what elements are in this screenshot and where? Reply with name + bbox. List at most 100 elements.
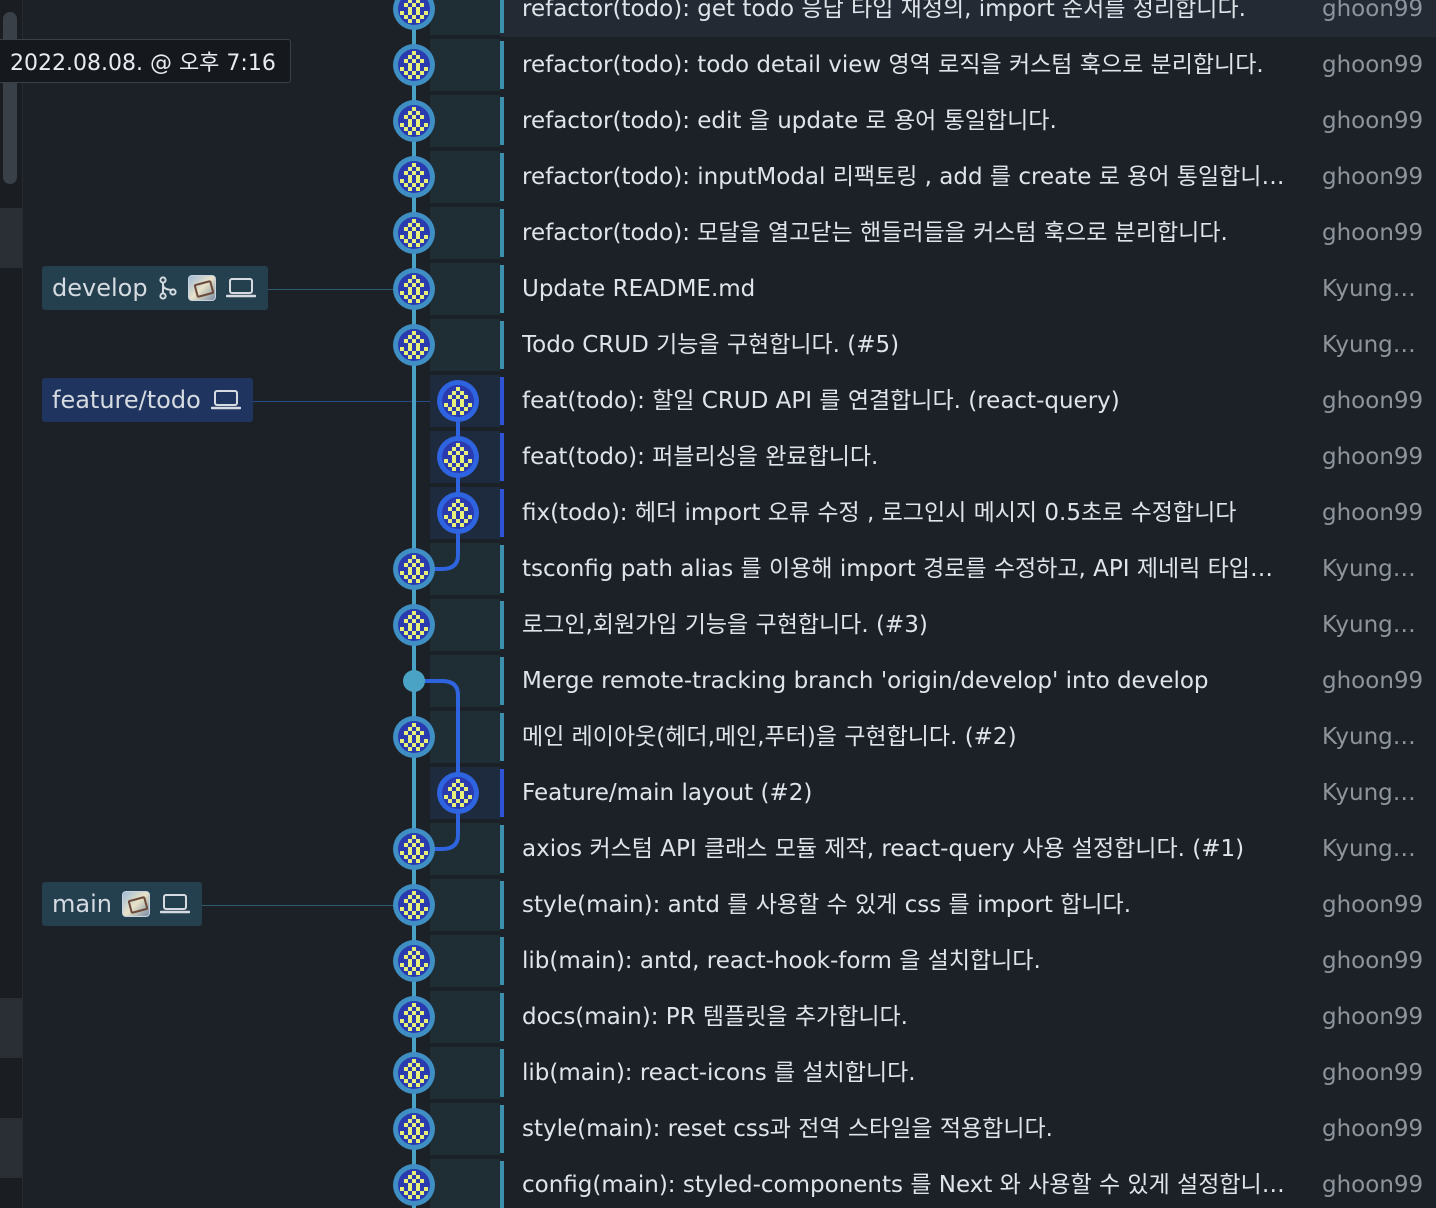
- commit-author: ghoon99: [1322, 1060, 1424, 1086]
- avatar-pixel: [452, 515, 456, 519]
- avatar-pixel: [404, 967, 408, 971]
- avatar-pixel: [412, 183, 416, 187]
- avatar-pixel: [456, 463, 460, 467]
- commit-row[interactable]: config(main): styled-components 를 Next 와…: [500, 1157, 1436, 1208]
- avatar-pixel: [464, 507, 468, 511]
- commit-author: ghoon99: [1322, 0, 1424, 22]
- commit-row[interactable]: 로그인,회원가입 기능을 구현합니다. (#3) KyungH...: [500, 597, 1436, 653]
- avatar-pixel: [456, 443, 460, 447]
- avatar-pixel: [408, 167, 412, 171]
- avatar-pixel: [416, 11, 420, 15]
- avatar-pixel: [412, 555, 416, 559]
- avatar-pixel: [420, 3, 424, 7]
- avatar-pixel: [408, 235, 412, 239]
- avatar-pixel: [408, 1007, 412, 1011]
- avatar-pixel: [464, 787, 468, 791]
- commit-row[interactable]: lib(main): react-icons 를 설치합니다. ghoon99: [500, 1045, 1436, 1101]
- avatar-pixel: [468, 795, 472, 799]
- commit-graph: [393, 0, 500, 1208]
- avatar-pixel: [416, 963, 420, 967]
- commit-author: ghoon99: [1322, 948, 1424, 974]
- commit-row[interactable]: refactor(todo): todo detail view 영역 로직을 …: [500, 37, 1436, 93]
- avatar-pixel: [412, 127, 416, 131]
- avatar-pixel: [420, 843, 424, 847]
- avatar-pixel: [404, 127, 408, 131]
- avatar-pixel: [416, 123, 420, 127]
- commit-row[interactable]: refactor(todo): get todo 응답 타입 재정의, impo…: [500, 0, 1436, 37]
- avatar-pixel: [420, 339, 424, 343]
- avatar-pixel: [416, 187, 420, 191]
- lane-tint: [430, 39, 500, 91]
- avatar-pixel: [400, 67, 404, 71]
- commit-message: Update README.md: [522, 276, 756, 302]
- avatar-pixel: [416, 55, 420, 59]
- avatar-pixel: [404, 843, 408, 847]
- commit-message: feat(todo): 할일 CRUD API 를 연결합니다. (react-…: [522, 388, 1120, 414]
- commit-row[interactable]: style(main): antd 를 사용할 수 있게 css 를 impor…: [500, 877, 1436, 933]
- avatar-pixel: [408, 907, 412, 911]
- avatar-pixel: [452, 391, 456, 395]
- avatar-pixel: [412, 731, 416, 735]
- avatar-pixel: [412, 107, 416, 111]
- avatar-pixel: [456, 499, 460, 503]
- avatar-pixel: [460, 503, 464, 507]
- avatar-pixel: [412, 283, 416, 287]
- avatar-pixel: [412, 955, 416, 959]
- commit-row[interactable]: Feature/main layout (#2) KyungH...: [500, 765, 1436, 821]
- commit-message: Todo CRUD 기능을 구현합니다. (#5): [522, 332, 900, 358]
- avatar-pixel: [408, 1015, 412, 1019]
- commit-row[interactable]: docs(main): PR 템플릿을 추가합니다. ghoon99: [500, 989, 1436, 1045]
- avatar-pixel: [420, 239, 424, 243]
- commit-row[interactable]: tsconfig path alias 를 이용해 import 경로를 수정하…: [500, 541, 1436, 597]
- avatar-pixel: [424, 347, 428, 351]
- commit-row[interactable]: 메인 레이아웃(헤더,메인,푸터)을 구현합니다. (#2) KyungH...: [500, 709, 1436, 765]
- avatar-pixel: [416, 1175, 420, 1179]
- avatar-pixel: [400, 1187, 404, 1191]
- avatar-pixel: [404, 15, 408, 19]
- commit-row[interactable]: refactor(todo): inputModal 리팩토링 , add 를 …: [500, 149, 1436, 205]
- commit-message: refactor(todo): edit 을 update 로 용어 통일합니다…: [522, 108, 1057, 134]
- avatar-pixel: [452, 459, 456, 463]
- avatar-pixel: [408, 335, 412, 339]
- avatar-pixel: [416, 559, 420, 563]
- avatar-pixel: [412, 947, 416, 951]
- avatar-pixel: [408, 839, 412, 843]
- avatar-pixel: [408, 119, 412, 123]
- commit-row[interactable]: refactor(todo): edit 을 update 로 용어 통일합니다…: [500, 93, 1436, 149]
- commit-row[interactable]: Merge remote-tracking branch 'origin/dev…: [500, 653, 1436, 709]
- avatar-pixel: [408, 131, 412, 135]
- avatar-pixel: [424, 963, 428, 967]
- commit-row[interactable]: axios 커스텀 API 클래스 모듈 제작, react-query 사용 …: [500, 821, 1436, 877]
- avatar-pixel: [404, 899, 408, 903]
- commit-row[interactable]: refactor(todo): 모달을 열고닫는 핸들러들을 커스텀 훅으로 분…: [500, 205, 1436, 261]
- avatar-pixel: [420, 115, 424, 119]
- commit-message: fix(todo): 헤더 import 오류 수정 , 로그인시 메시지 0.…: [522, 500, 1237, 526]
- avatar-pixel: [416, 739, 420, 743]
- avatar-pixel: [424, 1131, 428, 1135]
- avatar-pixel: [416, 0, 420, 3]
- avatar-pixel: [448, 507, 452, 511]
- commit-row[interactable]: feat(todo): 할일 CRUD API 를 연결합니다. (react-…: [500, 373, 1436, 429]
- commit-author: ghoon99: [1322, 444, 1424, 470]
- commit-row[interactable]: feat(todo): 퍼블리싱을 완료합니다. ghoon99: [500, 429, 1436, 485]
- avatar-pixel: [412, 1003, 416, 1007]
- commit-row[interactable]: style(main): reset css과 전역 스타일을 적용합니다. gh…: [500, 1101, 1436, 1157]
- avatar-pixel: [408, 627, 412, 631]
- avatar-pixel: [404, 71, 408, 75]
- commit-row[interactable]: fix(todo): 헤더 import 오류 수정 , 로그인시 메시지 0.…: [500, 485, 1436, 541]
- avatar-pixel: [456, 507, 460, 511]
- avatar-pixel: [416, 1139, 420, 1143]
- avatar-pixel: [416, 223, 420, 227]
- commit-row[interactable]: Todo CRUD 기능을 구현합니다. (#5) KyungH...: [500, 317, 1436, 373]
- lane-tint: [430, 95, 500, 147]
- avatar-pixel: [424, 123, 428, 127]
- commit-row[interactable]: lib(main): antd, react-hook-form 을 설치합니다…: [500, 933, 1436, 989]
- avatar-pixel: [408, 279, 412, 283]
- commit-author: KyungH...: [1322, 332, 1430, 358]
- avatar-pixel: [416, 959, 420, 963]
- avatar-pixel: [412, 575, 416, 579]
- avatar-pixel: [420, 15, 424, 19]
- commit-row[interactable]: Update README.md KyungH...: [500, 261, 1436, 317]
- avatar-pixel: [408, 895, 412, 899]
- avatar-pixel: [412, 843, 416, 847]
